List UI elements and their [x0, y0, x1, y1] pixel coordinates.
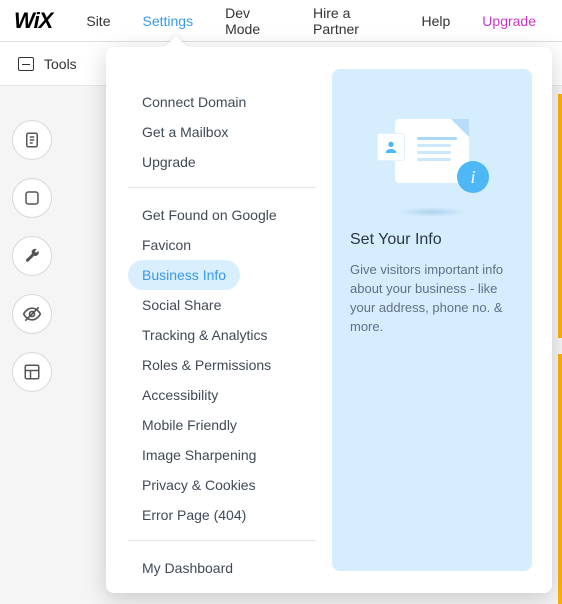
menu-hire-partner[interactable]: Hire a Partner — [297, 0, 405, 42]
settings-item-accessibility[interactable]: Accessibility — [128, 380, 232, 410]
tools-icon — [18, 57, 34, 71]
settings-item-roles-permissions[interactable]: Roles & Permissions — [128, 350, 285, 380]
settings-item-privacy-cookies[interactable]: Privacy & Cookies — [128, 470, 270, 500]
settings-item-business-info[interactable]: Business Info — [128, 260, 240, 290]
pages-icon — [23, 131, 41, 149]
menu-separator — [128, 540, 316, 541]
settings-item-get-mailbox[interactable]: Get a Mailbox — [128, 117, 242, 147]
info-card-description: Give visitors important info about your … — [350, 261, 514, 336]
menu-settings[interactable]: Settings — [126, 0, 209, 42]
tools-button[interactable]: Tools — [18, 56, 77, 72]
settings-item-tracking-analytics[interactable]: Tracking & Analytics — [128, 320, 282, 350]
settings-item-my-dashboard[interactable]: My Dashboard — [128, 553, 247, 583]
settings-item-upgrade[interactable]: Upgrade — [128, 147, 210, 177]
rail-hide[interactable] — [12, 294, 52, 334]
top-menu: Site Settings Dev Mode Hire a Partner He… — [70, 0, 562, 42]
page-accent-2 — [558, 354, 562, 604]
settings-item-get-found-google[interactable]: Get Found on Google — [128, 200, 291, 230]
top-menu-bar: WiX Site Settings Dev Mode Hire a Partne… — [0, 0, 562, 42]
left-rail — [12, 120, 52, 392]
settings-item-mobile-friendly[interactable]: Mobile Friendly — [128, 410, 251, 440]
rail-wrench[interactable] — [12, 236, 52, 276]
hide-icon — [22, 304, 42, 324]
menu-upgrade[interactable]: Upgrade — [466, 0, 552, 42]
menu-dev-mode[interactable]: Dev Mode — [209, 0, 297, 42]
layout-icon — [23, 363, 41, 381]
settings-item-image-sharpening[interactable]: Image Sharpening — [128, 440, 270, 470]
info-illustration: i — [350, 91, 514, 211]
settings-item-social-share[interactable]: Social Share — [128, 290, 235, 320]
settings-menu-list: Connect Domain Get a Mailbox Upgrade Get… — [128, 69, 316, 571]
menu-separator — [128, 187, 316, 188]
info-icon: i — [457, 161, 489, 193]
person-icon — [383, 139, 399, 155]
settings-wrench-icon — [23, 247, 41, 265]
settings-dropdown: Connect Domain Get a Mailbox Upgrade Get… — [106, 47, 552, 593]
rail-pages[interactable] — [12, 120, 52, 160]
page-accent — [558, 94, 562, 338]
add-section-icon — [23, 189, 41, 207]
info-card: i Set Your Info Give visitors important … — [332, 69, 532, 571]
wix-logo[interactable]: WiX — [0, 8, 70, 34]
menu-site[interactable]: Site — [70, 0, 126, 42]
info-card-title: Set Your Info — [350, 231, 514, 249]
settings-item-favicon[interactable]: Favicon — [128, 230, 205, 260]
rail-add[interactable] — [12, 178, 52, 218]
settings-item-connect-domain[interactable]: Connect Domain — [128, 87, 260, 117]
menu-help[interactable]: Help — [406, 0, 467, 42]
settings-item-error-page[interactable]: Error Page (404) — [128, 500, 260, 530]
tools-label: Tools — [44, 56, 77, 72]
rail-layout[interactable] — [12, 352, 52, 392]
